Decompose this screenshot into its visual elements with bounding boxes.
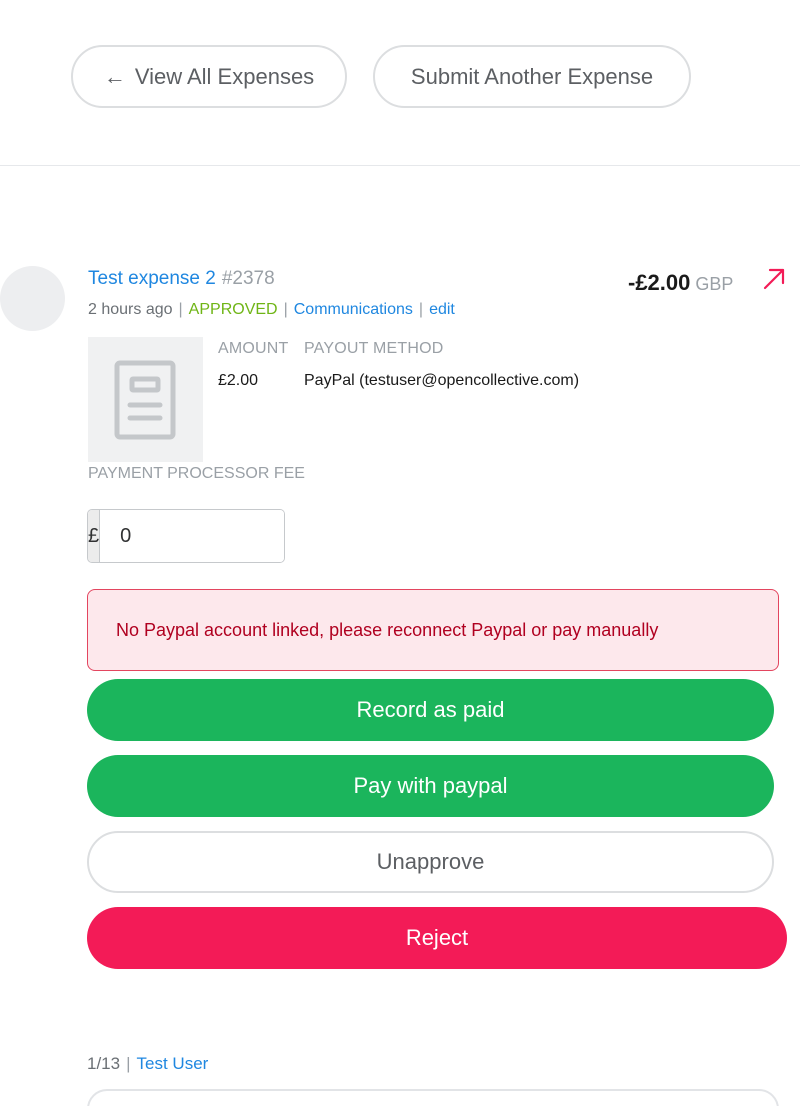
payment-processor-fee-label: PAYMENT PROCESSOR FEE (88, 465, 305, 482)
pay-with-paypal-button[interactable]: Pay with paypal (87, 755, 774, 817)
avatar[interactable] (0, 266, 65, 331)
payment-processor-fee-input[interactable] (100, 510, 284, 562)
edit-link[interactable]: edit (429, 301, 455, 319)
expense-title-link[interactable]: Test expense 2 (88, 268, 216, 289)
expense-time: 2 hours ago (88, 301, 173, 318)
expense-meta: 2 hours ago | APPROVED | Communications … (88, 301, 455, 319)
communications-link[interactable]: Communications (294, 301, 413, 319)
external-link-icon[interactable] (761, 266, 787, 292)
submit-another-expense-button[interactable]: Submit Another Expense (373, 45, 691, 108)
comment-count: 1/13 (87, 1054, 121, 1073)
expense-id: #2378 (221, 268, 275, 289)
payout-method-value: PayPal (testuser@opencollective.com) (304, 372, 580, 389)
document-icon (114, 360, 176, 440)
expense-total-amount: -£2.00 (628, 270, 691, 295)
separator: | (283, 301, 288, 318)
view-all-expenses-label: View All Expenses (134, 63, 315, 89)
expense-total-currency: GBP (695, 274, 734, 294)
amount-value: £2.00 (218, 372, 259, 389)
arrow-left-icon: ← (103, 63, 126, 89)
next-item-card[interactable] (87, 1089, 779, 1106)
expense-page: ← View All Expenses Submit Another Expen… (0, 0, 800, 1106)
view-all-expenses-button[interactable]: ← View All Expenses (71, 45, 347, 108)
unapprove-button[interactable]: Unapprove (87, 831, 774, 893)
comment-pager: 1/13 | Test User (87, 1054, 208, 1074)
reject-button[interactable]: Reject (87, 907, 787, 969)
status-badge: APPROVED (188, 301, 278, 318)
record-as-paid-button[interactable]: Record as paid (87, 679, 774, 741)
amount-header: AMOUNT (218, 340, 289, 357)
separator: | (178, 301, 183, 318)
paypal-error-alert: No Paypal account linked, please reconne… (87, 589, 779, 671)
payout-method-header: PAYOUT METHOD (304, 340, 444, 357)
top-actions: ← View All Expenses Submit Another Expen… (71, 45, 691, 108)
separator: | (418, 301, 424, 318)
separator: | (126, 1054, 131, 1073)
payment-processor-fee-field: £ (87, 509, 285, 563)
expense-total: -£2.00 GBP (628, 270, 733, 296)
currency-prefix: £ (88, 510, 101, 562)
user-link[interactable]: Test User (137, 1054, 209, 1074)
divider (0, 165, 800, 166)
receipt-thumbnail[interactable] (88, 337, 203, 462)
expense-title: Test expense 2 #2378 (88, 268, 275, 290)
